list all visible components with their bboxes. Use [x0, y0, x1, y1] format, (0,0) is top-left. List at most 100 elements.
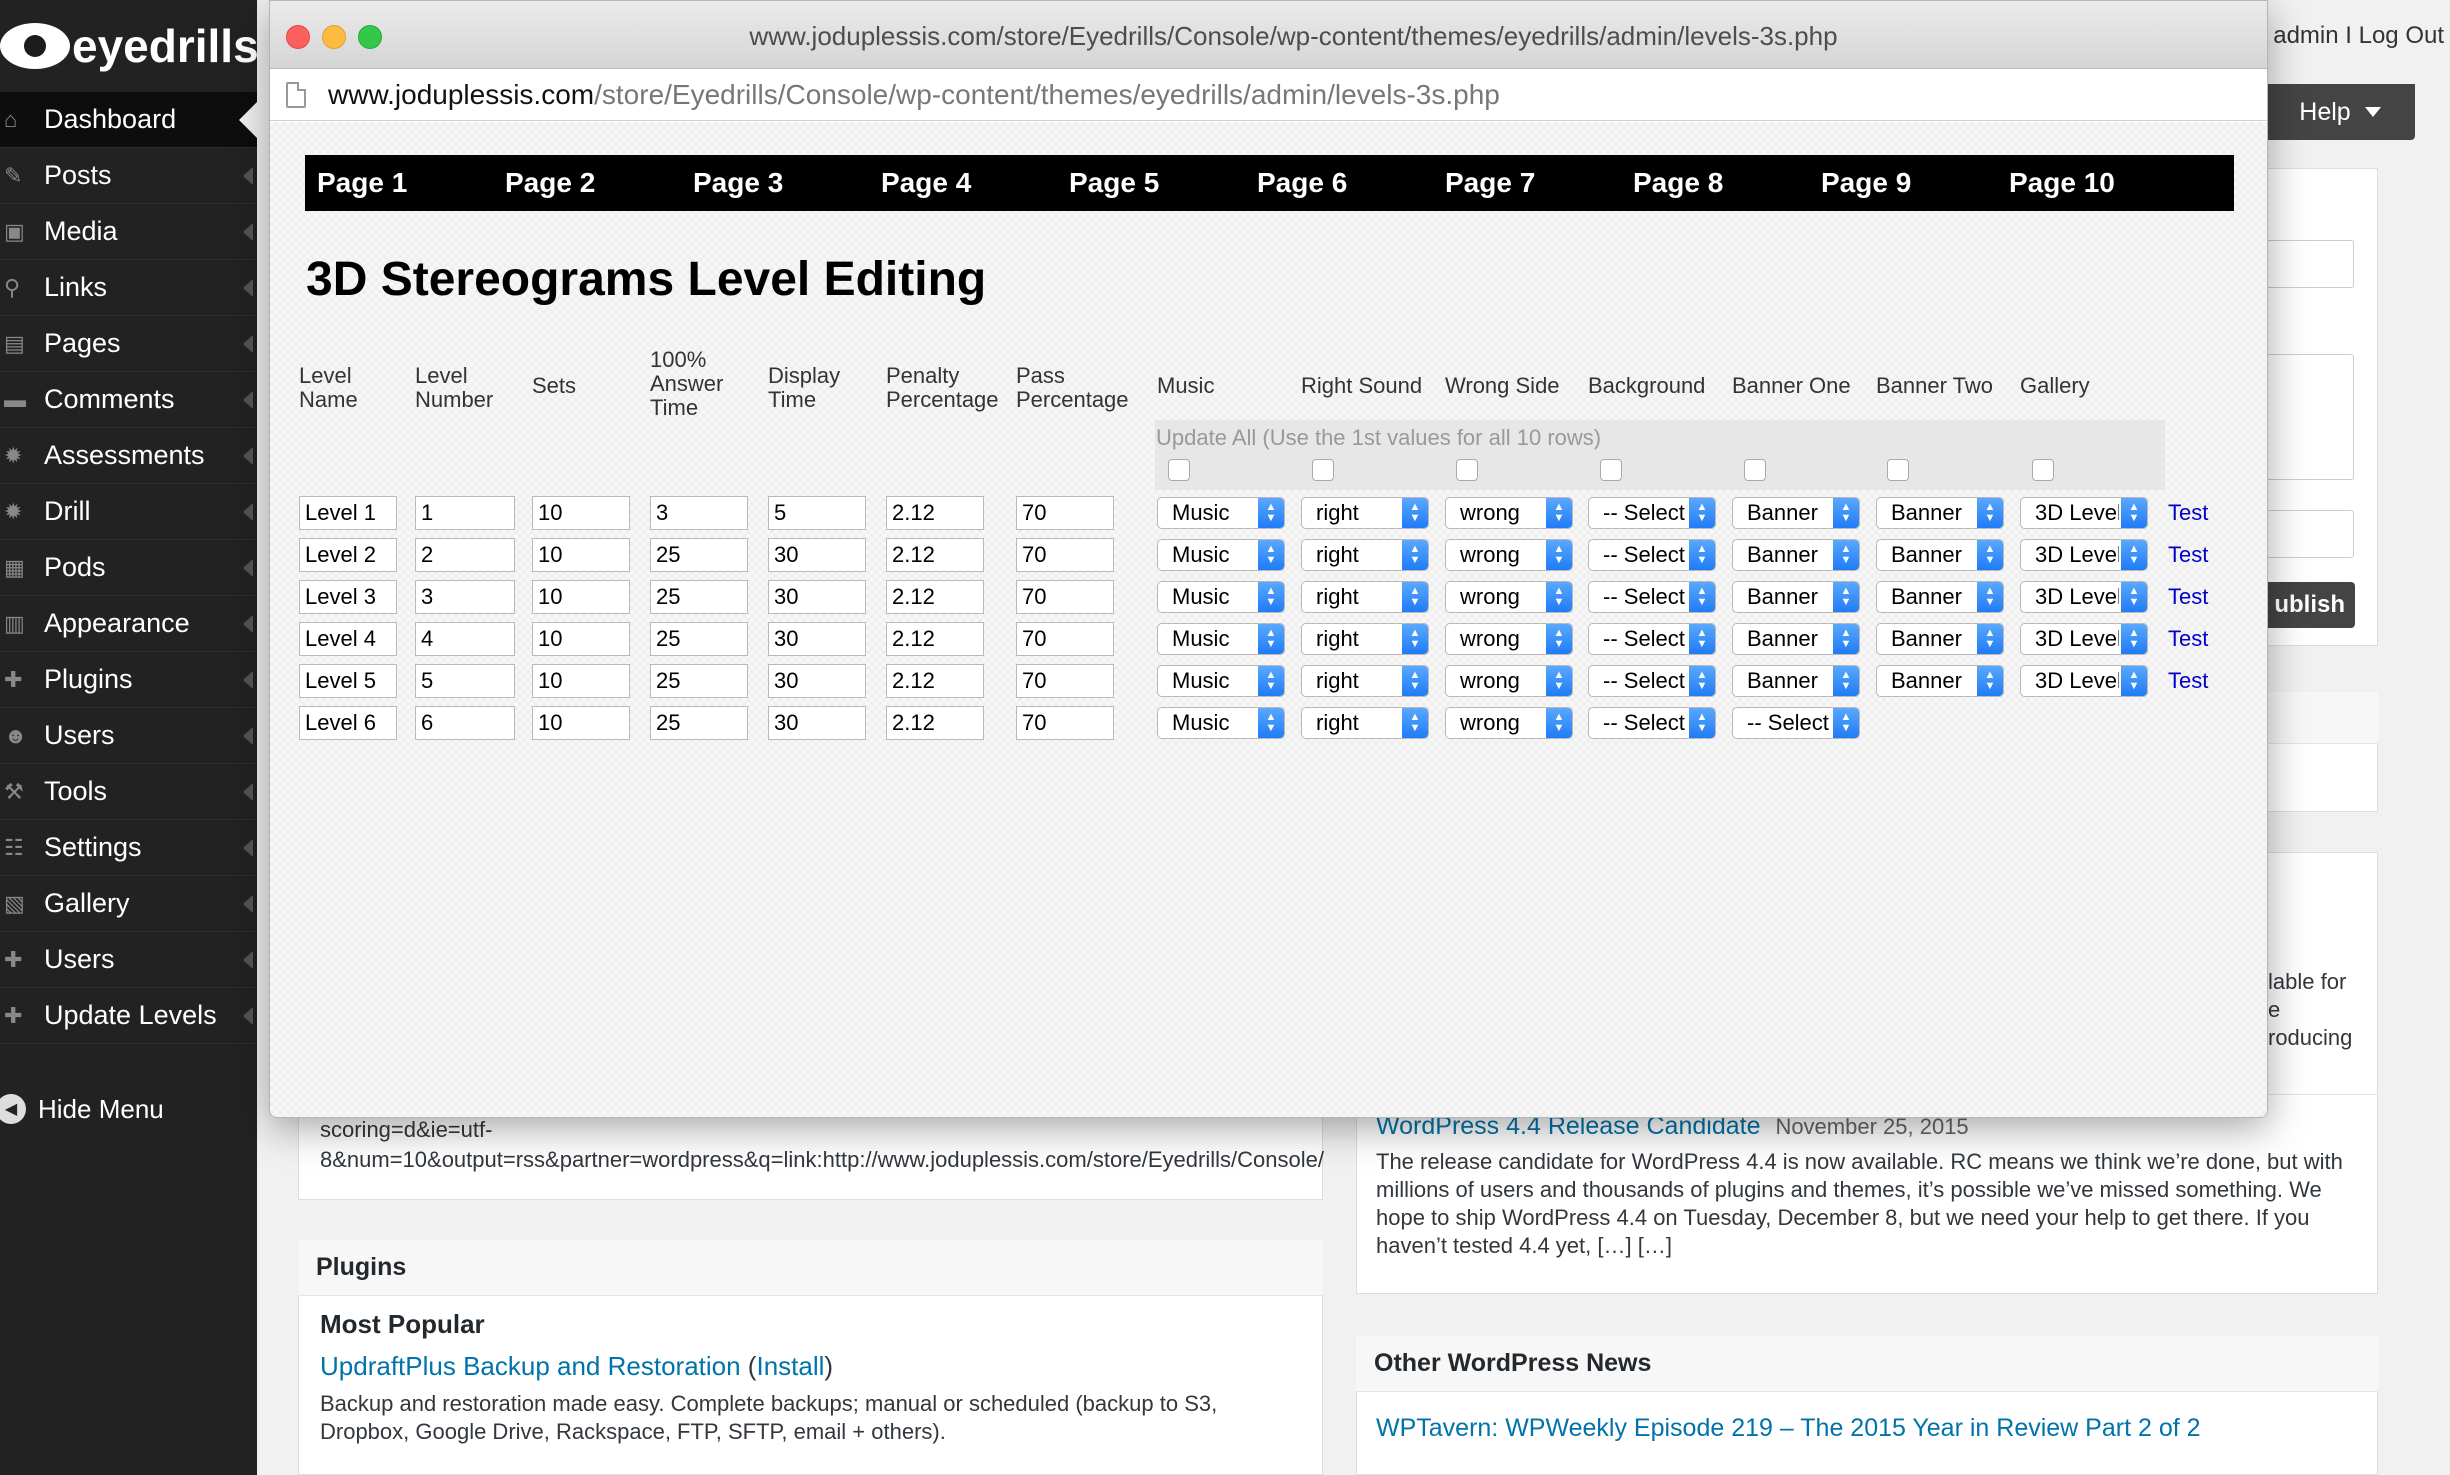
tab-page-2[interactable]: Page 2	[493, 167, 681, 199]
level-number-input[interactable]: 4	[415, 622, 515, 656]
url-text[interactable]: www.joduplessis.com/store/Eyedrills/Cons…	[328, 69, 1500, 121]
sidebar-item-update-levels[interactable]: ✚ Update Levels	[0, 988, 257, 1044]
display-time-input[interactable]: 30	[768, 622, 866, 656]
update-all-checkbox-banner-two[interactable]	[1887, 459, 1909, 481]
sidebar-item-gallery[interactable]: ▧ Gallery	[0, 876, 257, 932]
music-select[interactable]: Music ▲ ▼	[1157, 707, 1285, 739]
tab-page-4[interactable]: Page 4	[869, 167, 1057, 199]
pass-input[interactable]: 70	[1016, 538, 1114, 572]
banner-one-select[interactable]: Banner ▲ ▼	[1732, 539, 1860, 571]
install-link[interactable]: Install	[756, 1351, 824, 1381]
url-bar[interactable]: www.joduplessis.com/store/Eyedrills/Cons…	[270, 69, 2267, 121]
brand-logo[interactable]: eyedrills	[0, 18, 259, 74]
music-select[interactable]: Music ▲ ▼	[1157, 665, 1285, 697]
level-number-input[interactable]: 1	[415, 496, 515, 530]
sidebar-item-pods[interactable]: ▦ Pods	[0, 540, 257, 596]
right-sound-select[interactable]: right ▲ ▼	[1301, 497, 1429, 529]
background-select[interactable]: -- Select --▲▼	[1588, 581, 1716, 613]
test-link[interactable]: Test	[2168, 500, 2208, 526]
wrong-side-select[interactable]: wrong ▲ ▼	[1445, 581, 1573, 613]
user-links[interactable]: admin I Log Out	[2273, 22, 2444, 50]
banner-one-select[interactable]: Banner ▲ ▼	[1732, 497, 1860, 529]
wrong-side-select[interactable]: wrong ▲ ▼	[1445, 707, 1573, 739]
banner-one-select[interactable]: Banner ▲ ▼	[1732, 665, 1860, 697]
level-name-input[interactable]: Level 1	[299, 496, 397, 530]
other-news-link[interactable]: WPTavern: WPWeekly Episode 219 – The 201…	[1376, 1414, 2201, 1442]
display-time-input[interactable]: 5	[768, 496, 866, 530]
banner-two-select[interactable]: Banner ▲ ▼	[1876, 581, 2004, 613]
sidebar-item-plugins[interactable]: ✚ Plugins	[0, 652, 257, 708]
level-name-input[interactable]: Level 3	[299, 580, 397, 614]
tab-page-10[interactable]: Page 10	[1997, 167, 2185, 199]
music-select[interactable]: Music ▲ ▼	[1157, 539, 1285, 571]
tab-page-5[interactable]: Page 5	[1057, 167, 1245, 199]
gallery-select[interactable]: 3D Level ▲ ▼	[2020, 497, 2148, 529]
update-all-checkbox-music[interactable]	[1168, 459, 1190, 481]
sidebar-item-drill[interactable]: ✹ Drill	[0, 484, 257, 540]
banner-one-select[interactable]: -- Select --▲▼	[1732, 707, 1860, 739]
gallery-select[interactable]: 3D Level ▲ ▼	[2020, 665, 2148, 697]
other-news-link-text[interactable]: WPTavern: WPWeekly Episode 219 – The 201…	[1376, 1414, 2201, 1442]
music-select[interactable]: Music ▲ ▼	[1157, 497, 1285, 529]
sidebar-item-comments[interactable]: ▬ Comments	[0, 372, 257, 428]
level-name-input[interactable]: Level 5	[299, 664, 397, 698]
level-name-input[interactable]: Level 2	[299, 538, 397, 572]
gallery-select[interactable]: 3D Level ▲ ▼	[2020, 581, 2148, 613]
penalty-input[interactable]: 2.12	[886, 538, 984, 572]
sets-input[interactable]: 10	[532, 622, 630, 656]
banner-one-select[interactable]: Banner ▲ ▼	[1732, 623, 1860, 655]
penalty-input[interactable]: 2.12	[886, 664, 984, 698]
sidebar-item-users[interactable]: ✚ Users	[0, 932, 257, 988]
hide-menu-button[interactable]: ◀ Hide Menu	[0, 1086, 164, 1132]
update-all-checkbox-wrong-side[interactable]	[1456, 459, 1478, 481]
sets-input[interactable]: 10	[532, 496, 630, 530]
banner-two-select[interactable]: Banner ▲ ▼	[1876, 665, 2004, 697]
answer-time-input[interactable]: 25	[650, 538, 748, 572]
penalty-input[interactable]: 2.12	[886, 496, 984, 530]
update-all-checkbox-right-sound[interactable]	[1312, 459, 1334, 481]
sidebar-item-users[interactable]: ☻ Users	[0, 708, 257, 764]
tags-input-bg[interactable]	[2262, 510, 2354, 558]
banner-one-select[interactable]: Banner ▲ ▼	[1732, 581, 1860, 613]
tab-page-3[interactable]: Page 3	[681, 167, 869, 199]
banner-two-select[interactable]: Banner ▲ ▼	[1876, 623, 2004, 655]
background-select[interactable]: -- Select --▲▼	[1588, 623, 1716, 655]
answer-time-input[interactable]: 25	[650, 580, 748, 614]
pass-input[interactable]: 70	[1016, 706, 1114, 740]
update-all-checkbox-gallery[interactable]	[2032, 459, 2054, 481]
sidebar-item-assessments[interactable]: ✹ Assessments	[0, 428, 257, 484]
test-link[interactable]: Test	[2168, 584, 2208, 610]
tab-page-1[interactable]: Page 1	[305, 167, 493, 199]
penalty-input[interactable]: 2.12	[886, 580, 984, 614]
pass-input[interactable]: 70	[1016, 664, 1114, 698]
sidebar-item-dashboard[interactable]: ⌂ Dashboard	[0, 92, 257, 148]
sidebar-item-tools[interactable]: ⚒ Tools	[0, 764, 257, 820]
sidebar-item-pages[interactable]: ▤ Pages	[0, 316, 257, 372]
title-input-bg[interactable]	[2262, 240, 2354, 288]
test-link[interactable]: Test	[2168, 626, 2208, 652]
right-sound-select[interactable]: right ▲ ▼	[1301, 665, 1429, 697]
right-sound-select[interactable]: right ▲ ▼	[1301, 581, 1429, 613]
sidebar-item-settings[interactable]: ☷ Settings	[0, 820, 257, 876]
answer-time-input[interactable]: 25	[650, 706, 748, 740]
sets-input[interactable]: 10	[532, 538, 630, 572]
pass-input[interactable]: 70	[1016, 580, 1114, 614]
music-select[interactable]: Music ▲ ▼	[1157, 581, 1285, 613]
penalty-input[interactable]: 2.12	[886, 706, 984, 740]
answer-time-input[interactable]: 3	[650, 496, 748, 530]
display-time-input[interactable]: 30	[768, 538, 866, 572]
wrong-side-select[interactable]: wrong ▲ ▼	[1445, 497, 1573, 529]
test-link[interactable]: Test	[2168, 542, 2208, 568]
level-name-input[interactable]: Level 4	[299, 622, 397, 656]
sidebar-item-posts[interactable]: ✎ Posts	[0, 148, 257, 204]
sidebar-item-links[interactable]: ⚲ Links	[0, 260, 257, 316]
level-number-input[interactable]: 6	[415, 706, 515, 740]
gallery-select[interactable]: 3D Level ▲ ▼	[2020, 623, 2148, 655]
level-number-input[interactable]: 3	[415, 580, 515, 614]
level-name-input[interactable]: Level 6	[299, 706, 397, 740]
sidebar-item-appearance[interactable]: ▥ Appearance	[0, 596, 257, 652]
sets-input[interactable]: 10	[532, 706, 630, 740]
update-all-checkbox-banner-one[interactable]	[1744, 459, 1766, 481]
tab-page-8[interactable]: Page 8	[1621, 167, 1809, 199]
banner-two-select[interactable]: Banner ▲ ▼	[1876, 539, 2004, 571]
